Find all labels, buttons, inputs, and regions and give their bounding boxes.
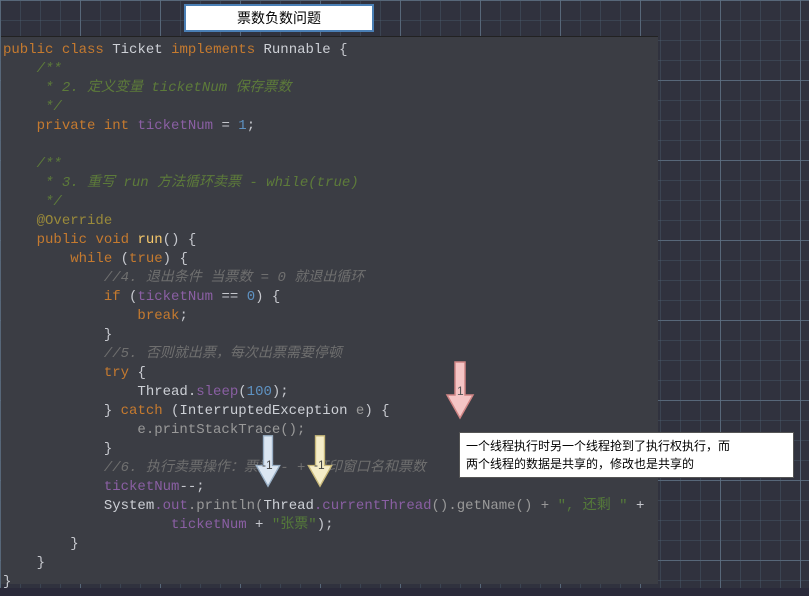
num-1: 1 [238, 118, 246, 134]
method-run: run [137, 232, 162, 248]
kw-true: true [129, 251, 163, 267]
note-line-1: 一个线程执行时另一个线程抢到了执行权执行，而 [466, 439, 730, 453]
code-block: public class Ticket implements Runnable … [1, 37, 658, 596]
kw-void: void [95, 232, 129, 248]
kw-implements: implements [171, 42, 255, 58]
method-sleep: sleep [196, 384, 238, 400]
class-name: Ticket [112, 42, 162, 58]
code-panel: public class Ticket implements Runnable … [1, 36, 658, 584]
comment-5: //5. 否则就出票，每次出票需要停顿 [104, 346, 342, 362]
field-out: .out [154, 498, 188, 514]
paren: ( [121, 289, 138, 305]
paren: ); [272, 384, 289, 400]
class-thread: Thread [137, 384, 187, 400]
field-ticketnum: ticketNum [104, 479, 180, 495]
brace: { [179, 232, 196, 248]
op-dec: --; [179, 479, 204, 495]
kw-public: public [3, 42, 53, 58]
class-system: System [104, 498, 154, 514]
kw-class: class [62, 42, 104, 58]
num-0: 0 [247, 289, 255, 305]
kw-private: private [37, 118, 96, 134]
method-getname: ().getName() + [432, 498, 558, 514]
kw-int: int [104, 118, 129, 134]
comment-4: //4. 退出条件 当票数 = 0 就退出循环 [104, 270, 364, 286]
paren: ( [112, 251, 129, 267]
kw-while: while [70, 251, 112, 267]
doc-open: /** [37, 61, 62, 77]
arrow-3-label: -1 [314, 458, 325, 472]
brace: } [104, 441, 112, 457]
annotation-override: @Override [37, 213, 113, 229]
field-ticketnum: ticketNum [137, 118, 213, 134]
note-line-2: 两个线程的数据是共享的，修改也是共享的 [466, 457, 694, 471]
brace: { [129, 365, 146, 381]
doc-close: */ [37, 194, 62, 210]
num-100: 100 [247, 384, 272, 400]
arrow-1-label: 1 [457, 384, 464, 398]
brace: ) { [163, 251, 188, 267]
brace: } [37, 555, 45, 571]
field-ticketnum: ticketNum [137, 289, 213, 305]
paren: ( [163, 403, 180, 419]
brace: } [70, 536, 78, 552]
paren: ); [317, 517, 334, 533]
method-println: .println( [188, 498, 264, 514]
string-literal: ", 还剩 " [558, 498, 628, 514]
paren: ( [238, 384, 246, 400]
op-eq: = [213, 118, 238, 134]
title-text: 票数负数问题 [237, 8, 321, 28]
field-ticketnum: ticketNum [171, 517, 247, 533]
doc-line: * 3. 重写 run 方法循环卖票 - while(true) [37, 175, 359, 191]
class-exc: InterruptedException [179, 403, 347, 419]
kw-try: try [104, 365, 129, 381]
op-plus: + [628, 498, 645, 514]
op-eqeq: == [213, 289, 247, 305]
semi: ; [247, 118, 255, 134]
op-plus: + [247, 517, 272, 533]
kw-public: public [37, 232, 87, 248]
paren: () [163, 232, 180, 248]
doc-close: */ [37, 99, 62, 115]
var-e: e [348, 403, 365, 419]
brace: ) { [255, 289, 280, 305]
brace: { [331, 42, 348, 58]
kw-catch: catch [121, 403, 163, 419]
doc-line: * 2. 定义变量 ticketNum 保存票数 [37, 80, 292, 96]
arrow-2-label: -1 [262, 458, 273, 472]
class-thread: Thread [263, 498, 313, 514]
title-box: 票数负数问题 [184, 4, 374, 32]
brace: } [104, 403, 121, 419]
kw-break: break [137, 308, 179, 324]
note-box: 一个线程执行时另一个线程抢到了执行权执行，而 两个线程的数据是共享的，修改也是共… [459, 432, 794, 478]
string-literal: "张票" [272, 517, 317, 533]
doc-open: /** [37, 156, 62, 172]
dot: . [188, 384, 196, 400]
brace: } [104, 327, 112, 343]
kw-if: if [104, 289, 121, 305]
semi: ; [179, 308, 187, 324]
brace: ) { [364, 403, 389, 419]
iface-name: Runnable [264, 42, 331, 58]
method-currentthread: .currentThread [314, 498, 432, 514]
